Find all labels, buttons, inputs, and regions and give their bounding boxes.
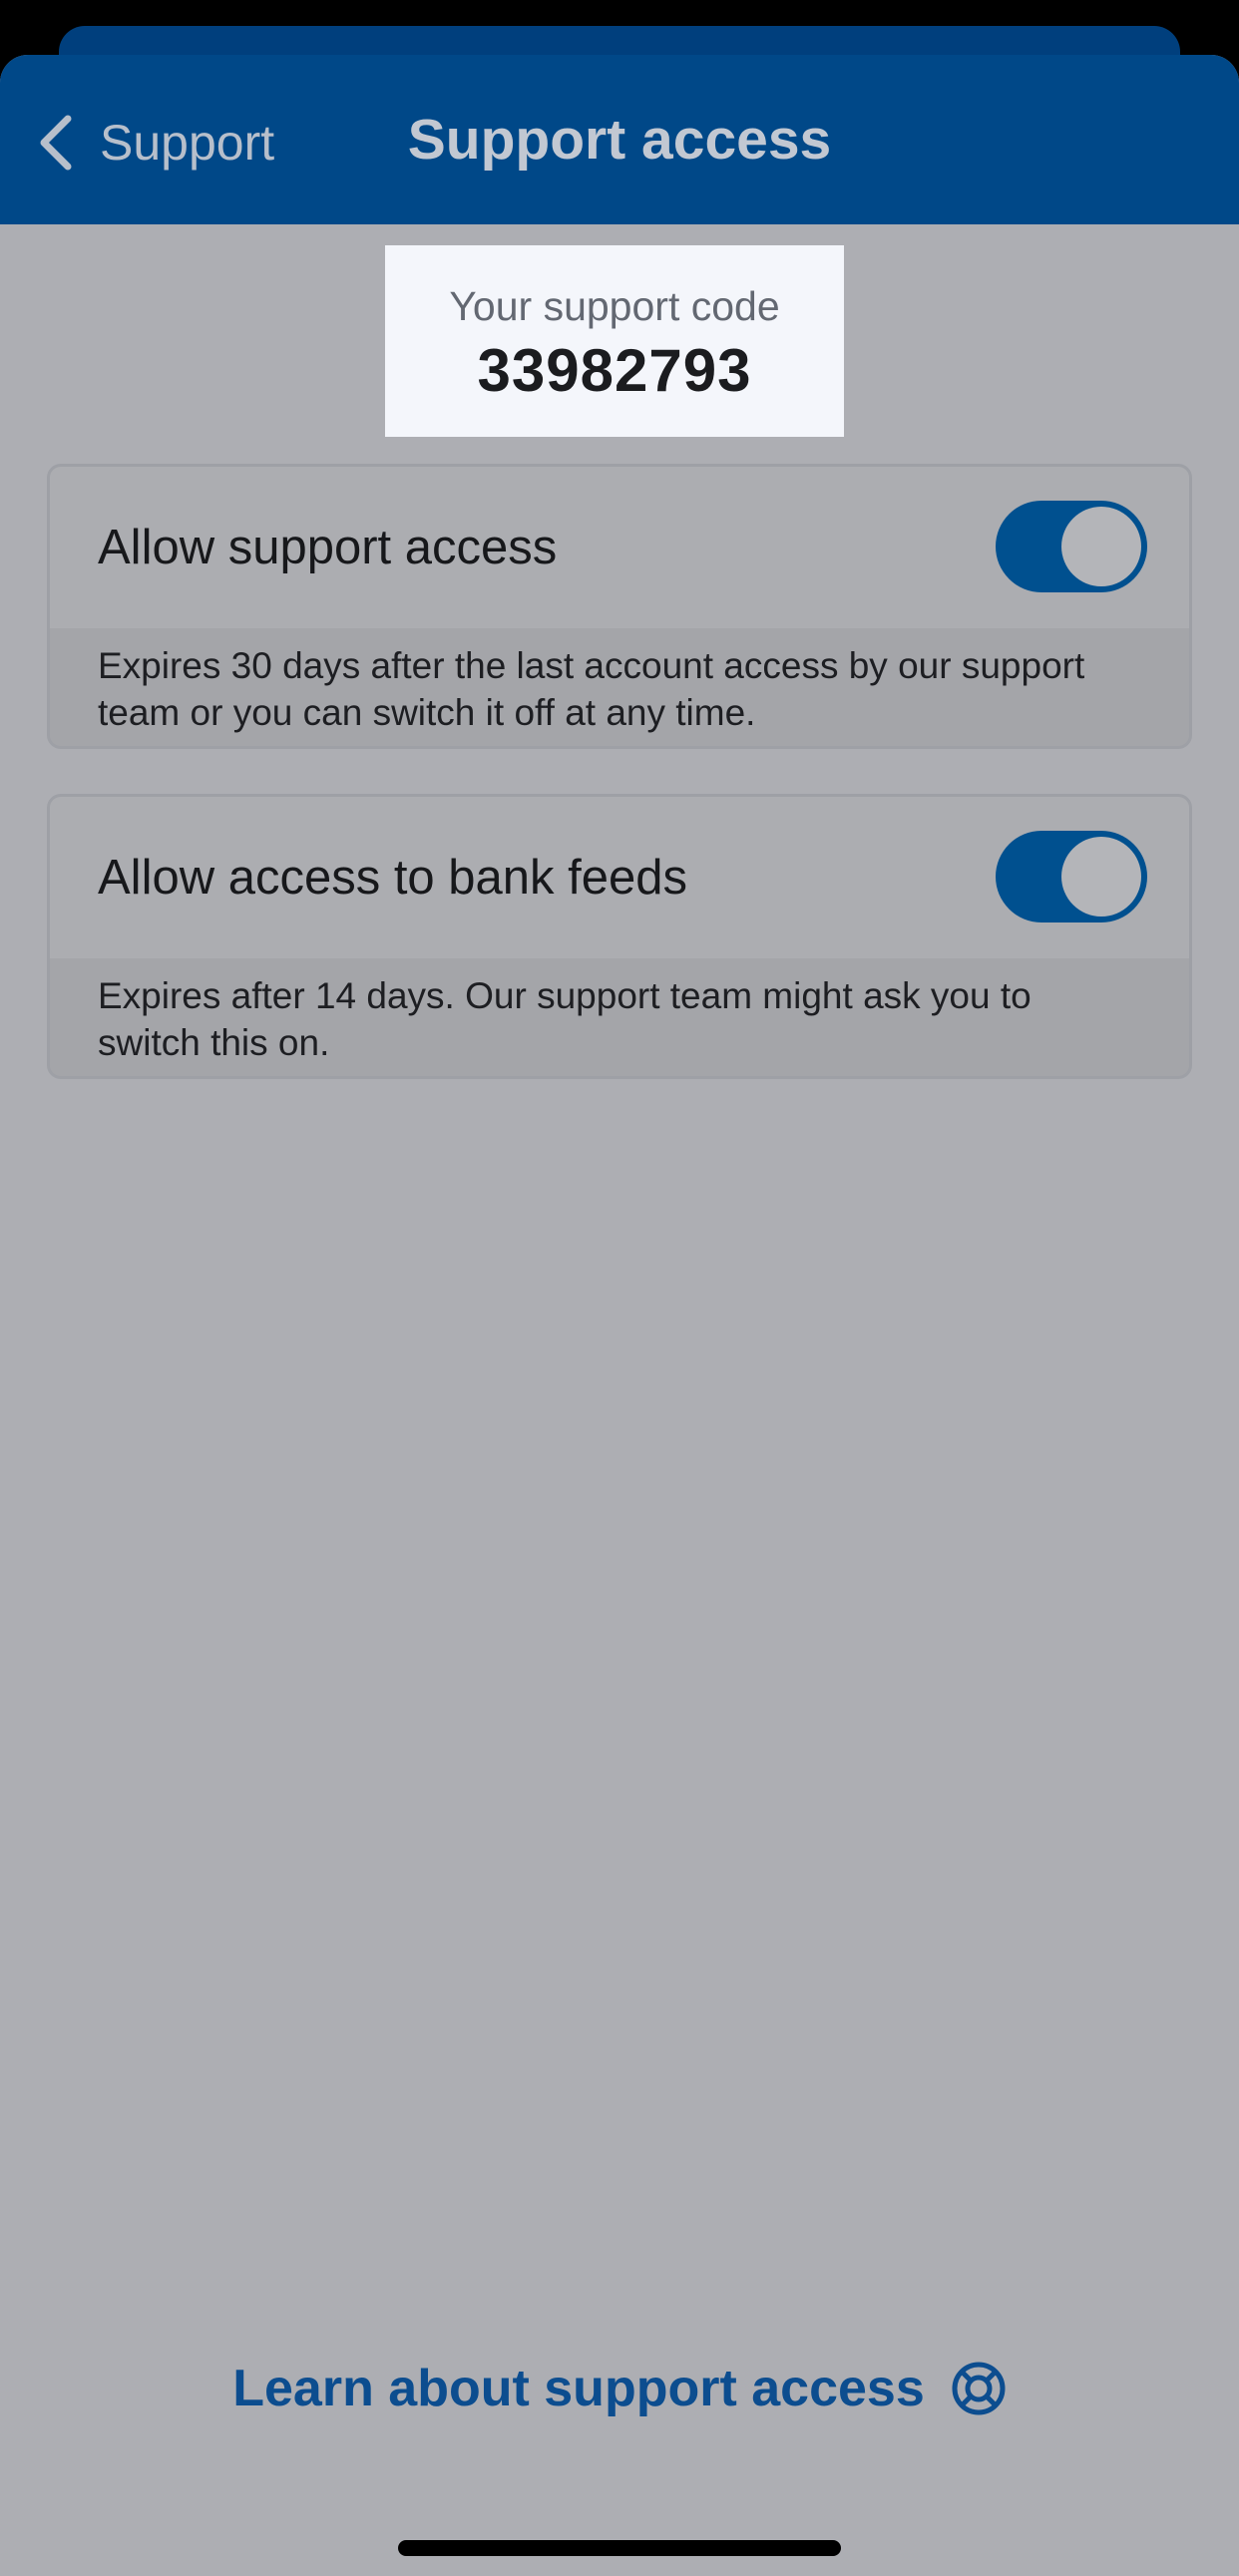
bank-feeds-row: Allow access to bank feeds bbox=[50, 797, 1189, 958]
support-code-value: 33982793 bbox=[477, 337, 752, 404]
bank-feeds-description: Expires after 14 days. Our support team … bbox=[50, 958, 1189, 1076]
support-code-label: Your support code bbox=[449, 283, 780, 329]
support-access-title: Allow support access bbox=[98, 521, 558, 574]
support-access-description: Expires 30 days after the last account a… bbox=[50, 628, 1189, 746]
app-screen: Support Support access Your support code… bbox=[0, 0, 1239, 2576]
support-code-card: Your support code 33982793 bbox=[385, 245, 844, 437]
bank-feeds-title: Allow access to bank feeds bbox=[98, 851, 688, 905]
support-access-row: Allow support access bbox=[50, 467, 1189, 628]
support-access-toggle[interactable] bbox=[996, 501, 1147, 592]
home-indicator[interactable] bbox=[398, 2540, 841, 2556]
toggle-knob bbox=[1061, 507, 1141, 586]
page-title: Support access bbox=[407, 108, 832, 172]
bank-feeds-card: Allow access to bank feeds Expires after… bbox=[47, 794, 1192, 1079]
modal-sheet: Support Support access Your support code… bbox=[0, 55, 1239, 2576]
bank-feeds-toggle[interactable] bbox=[996, 831, 1147, 922]
support-access-card: Allow support access Expires 30 days aft… bbox=[47, 464, 1192, 749]
toggle-knob bbox=[1061, 837, 1141, 917]
navigation-bar: Support Support access bbox=[0, 55, 1239, 224]
learn-about-support-link[interactable]: Learn about support access bbox=[0, 2359, 1239, 2418]
lifebuoy-icon bbox=[952, 2362, 1006, 2415]
learn-link-label: Learn about support access bbox=[232, 2360, 925, 2417]
